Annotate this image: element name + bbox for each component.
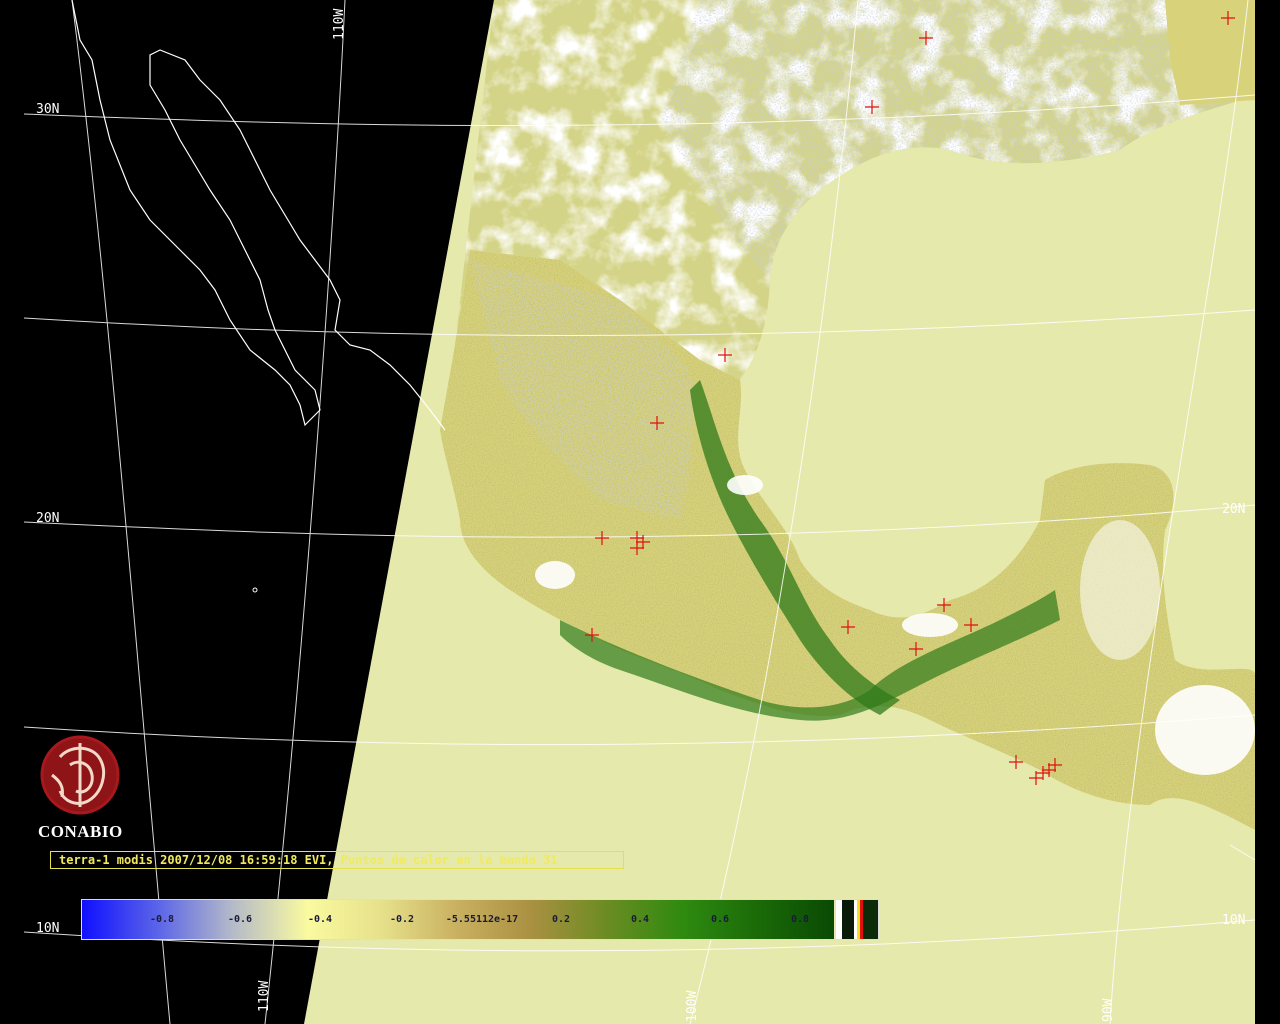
cloud-patch <box>1080 520 1160 660</box>
cloud-patch <box>1155 685 1255 775</box>
colorbar-tick-label: -0.8 <box>149 914 175 925</box>
colorbar-tick-label: -0.2 <box>389 914 415 925</box>
cloud-patch <box>535 561 575 589</box>
colorbar-tick-label: -0.4 <box>307 914 333 925</box>
image-caption: terra-1 modis 2007/12/08 16:59:18 EVI, P… <box>50 851 624 869</box>
lon-label: 110W <box>257 981 272 1012</box>
lat-label: 20N <box>36 511 59 526</box>
colorbar-tick-label: -5.55112e-17 <box>445 914 519 925</box>
satellite-map: 30N 20N 20N 10N 10N 110W 110W 100W 90W <box>0 0 1280 1024</box>
conabio-logo-icon <box>40 735 120 815</box>
colorbar: -0.8 -0.6 -0.4 -0.2 -5.55112e-17 0.2 0.4 0.6 0.8 <box>81 899 879 940</box>
colorbar-tick-label: 0.8 <box>790 914 810 925</box>
cloud-patch <box>727 475 763 495</box>
cloud-patch <box>902 613 958 637</box>
colorbar-tick-label: 0.2 <box>551 914 571 925</box>
lon-label: 100W <box>685 991 700 1022</box>
colorbar-tick-label: 0.6 <box>710 914 730 925</box>
conabio-logo <box>30 735 135 824</box>
conabio-wordmark: CONABIO <box>38 822 123 841</box>
lon-label: 110W <box>332 9 347 40</box>
lon-label: 90W <box>1101 998 1116 1022</box>
lat-label: 20N <box>1222 502 1245 517</box>
lat-label: 10N <box>1222 913 1245 928</box>
lat-label: 10N <box>36 921 59 936</box>
colorbar-tick-label: -0.6 <box>227 914 253 925</box>
lat-label: 30N <box>36 102 59 117</box>
colorbar-tick-label: 0.4 <box>630 914 650 925</box>
